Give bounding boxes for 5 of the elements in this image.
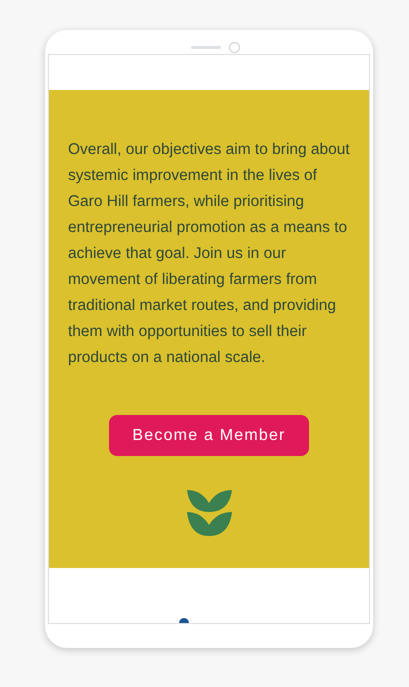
intro-paragraph: Overall, our objectives aim to bring about systemic improvement in the lives of Garo Hill farmers, while prioritising entrepreneurial promotion as a means to achieve that goal. Join us in our movement of liberating farmers from traditional market routes, and providing them with opportunities to sell their products on a national scale. (68, 140, 350, 368)
speaker-slot (191, 46, 221, 48)
camera-icon (229, 42, 240, 52)
leaf-logo-icon (186, 490, 232, 537)
become-member-button[interactable]: Become a Member (109, 415, 309, 456)
